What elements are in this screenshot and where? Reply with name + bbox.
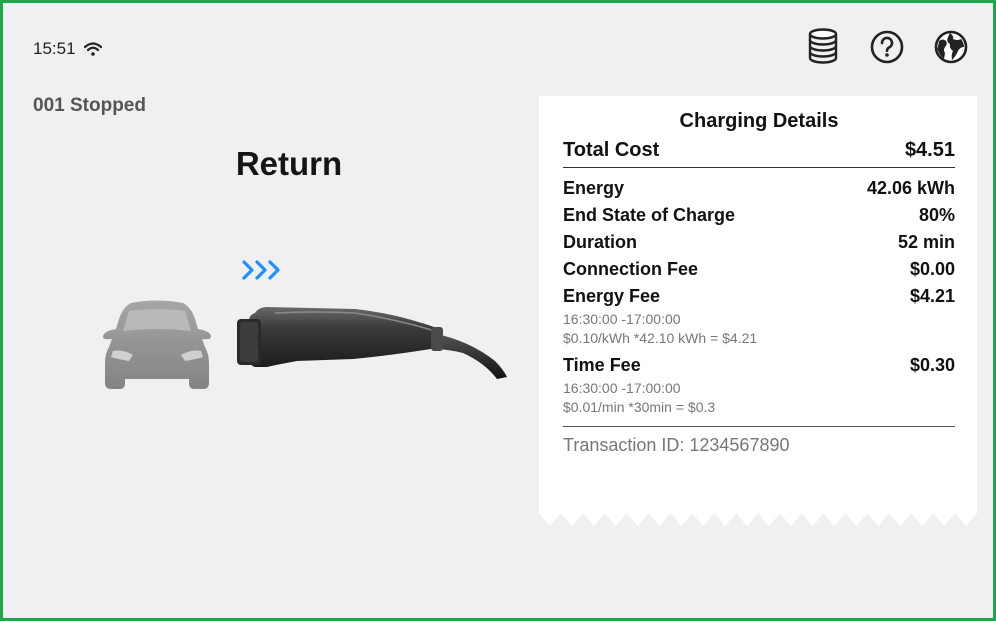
- chevrons-right-icon: [240, 257, 288, 288]
- receipt-title: Charging Details: [679, 110, 839, 132]
- energy-label: Energy: [563, 178, 625, 198]
- time-fee-label: Time Fee: [563, 355, 641, 375]
- clock: 15:51: [33, 39, 76, 58]
- total-cost-value: $4.51: [904, 139, 955, 161]
- top-toolbar: [803, 27, 971, 67]
- energy-value: 42.06 kWh: [866, 178, 955, 198]
- energy-fee-formula: $0.10/kWh *42.10 kWh = $4.21: [563, 330, 758, 346]
- duration-row: Duration 52 min: [563, 229, 955, 256]
- end-soc-row: End State of Charge 80%: [563, 202, 955, 229]
- coins-icon[interactable]: [803, 27, 843, 67]
- wifi-icon: [83, 42, 102, 56]
- energy-fee-period: 16:30:00 -17:00:00: [563, 311, 681, 327]
- time-fee-formula: $0.01/min *30min = $0.3: [563, 399, 716, 415]
- time-fee-period: 16:30:00 -17:00:00: [563, 380, 681, 396]
- status-bar: 15:51: [33, 39, 102, 59]
- end-soc-value: 80%: [918, 205, 955, 225]
- connection-fee-value: $0.00: [909, 259, 955, 279]
- energy-fee-row: Energy Fee $4.21: [563, 283, 955, 310]
- connection-fee-label: Connection Fee: [563, 259, 699, 279]
- energy-fee-value: $4.21: [909, 286, 955, 306]
- total-cost-row: Total Cost $4.51: [563, 139, 955, 168]
- globe-icon[interactable]: [931, 27, 971, 67]
- duration-label: Duration: [563, 232, 637, 252]
- energy-fee-label: Energy Fee: [563, 286, 661, 306]
- car-icon: [101, 299, 213, 399]
- time-fee-row: Time Fee $0.30: [563, 352, 955, 379]
- total-cost-label: Total Cost: [563, 139, 660, 161]
- receipt-divider: [563, 426, 955, 427]
- connection-fee-row: Connection Fee $0.00: [563, 256, 955, 283]
- transaction-id: Transaction ID: 1234567890: [563, 435, 790, 455]
- help-icon[interactable]: [867, 27, 907, 67]
- time-fee-value: $0.30: [909, 355, 955, 375]
- charging-receipt: Charging Details Total Cost $4.51 Energy…: [539, 96, 977, 526]
- charging-plug-image: [235, 299, 510, 394]
- app-frame: 15:51 001 Stopped Return Charging Detail…: [0, 0, 996, 621]
- station-status: 001 Stopped: [33, 95, 146, 116]
- energy-row: Energy 42.06 kWh: [563, 175, 955, 202]
- end-soc-label: End State of Charge: [563, 205, 736, 225]
- duration-value: 52 min: [897, 232, 955, 252]
- instruction-title: Return: [235, 145, 343, 182]
